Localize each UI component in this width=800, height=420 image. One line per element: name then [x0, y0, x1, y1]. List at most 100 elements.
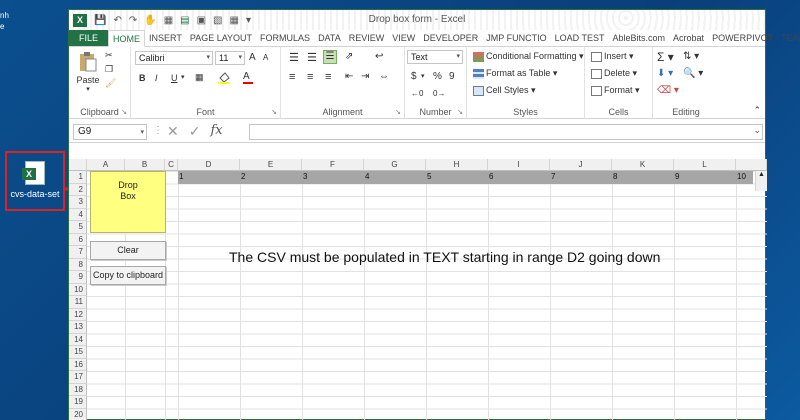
row-header[interactable]: 8	[69, 258, 87, 271]
currency-dropdown-icon[interactable]: ▾	[421, 72, 425, 80]
bold-button[interactable]: B	[139, 73, 146, 83]
cell-value[interactable]: 8	[613, 171, 617, 183]
insert-function-icon[interactable]: fx	[210, 123, 222, 140]
tab-ablebits[interactable]: AbleBits.com	[609, 30, 670, 46]
align-center-icon[interactable]: ≡	[307, 71, 313, 83]
cell-styles-button[interactable]: Cell Styles ▾	[473, 85, 536, 96]
decrease-decimal-icon[interactable]: 0→	[433, 89, 445, 98]
row-header[interactable]: 11	[69, 296, 87, 309]
cell-value[interactable]: 6	[489, 171, 493, 183]
cell-value[interactable]: 5	[427, 171, 431, 183]
font-size-select[interactable]: 11 ▾	[215, 51, 245, 65]
row-header[interactable]: 6	[69, 233, 87, 246]
column-header[interactable]: A	[87, 159, 125, 171]
increase-indent-icon[interactable]: ⇥	[361, 71, 369, 82]
desktop-file-icon[interactable]: X cvs-data-set	[5, 151, 65, 211]
autosum-icon[interactable]: Σ ▾	[657, 50, 674, 64]
tab-file[interactable]: FILE	[69, 30, 109, 46]
row-header[interactable]: 17	[69, 371, 87, 384]
tab-insert[interactable]: INSERT	[145, 30, 186, 46]
select-all-corner[interactable]	[69, 159, 87, 171]
currency-button[interactable]: $	[411, 71, 417, 82]
row-header[interactable]: 2	[69, 183, 87, 196]
cell-value[interactable]: 1	[179, 171, 183, 183]
worksheet-grid[interactable]: A B C D E F G H I J K L 1 2 3 4 5 6 7 8 …	[69, 159, 767, 420]
copy-icon[interactable]: ❐	[105, 64, 113, 75]
tab-powerpivot[interactable]: POWERPIVOT	[708, 30, 777, 46]
scroll-up-icon[interactable]: ▲	[756, 171, 767, 178]
wrap-text-icon[interactable]: ↩	[375, 51, 383, 62]
italic-button[interactable]: I	[155, 73, 158, 83]
cancel-entry-icon[interactable]: ✕	[167, 123, 179, 140]
column-header[interactable]: E	[240, 159, 302, 171]
tab-jmp-functio[interactable]: JMP FUNCTIO	[482, 30, 550, 46]
tab-acrobat[interactable]: Acrobat	[669, 30, 708, 46]
row-header[interactable]: 12	[69, 308, 87, 321]
merge-center-icon[interactable]: ⇔	[379, 71, 389, 82]
decrease-indent-icon[interactable]: ⇤	[345, 71, 353, 82]
font-color-icon[interactable]: A	[243, 71, 253, 84]
tab-home[interactable]: HOME	[108, 30, 146, 47]
cell-area[interactable]	[87, 171, 767, 420]
expand-formula-bar-icon[interactable]: ⌄	[753, 125, 761, 136]
row-header[interactable]: 5	[69, 221, 87, 234]
underline-dropdown-icon[interactable]: ▾	[181, 73, 185, 81]
format-painter-icon[interactable]: 🖌	[105, 78, 116, 89]
column-header[interactable]	[736, 159, 767, 171]
row-header[interactable]: 10	[69, 283, 87, 296]
confirm-entry-icon[interactable]: ✓	[189, 123, 201, 140]
percent-button[interactable]: %	[433, 71, 442, 82]
collapse-ribbon-icon[interactable]: ⌃	[753, 105, 761, 116]
column-header[interactable]: I	[488, 159, 550, 171]
tab-data[interactable]: DATA	[314, 30, 345, 46]
orientation-icon[interactable]: ⇗	[345, 51, 353, 62]
tab-load-test[interactable]: LOAD TEST	[551, 30, 609, 46]
clear-button[interactable]: Clear	[90, 241, 166, 260]
clear-icon[interactable]: ⌫ ▾	[657, 85, 679, 96]
vertical-scrollbar[interactable]: ▲	[755, 171, 767, 191]
shrink-font-button[interactable]: A	[263, 53, 268, 62]
format-as-table-button[interactable]: Format as Table ▾	[473, 68, 557, 79]
formula-input[interactable]	[249, 124, 763, 140]
tab-developer[interactable]: DEVELOPER	[419, 30, 482, 46]
insert-cells-button[interactable]: Insert ▾	[591, 51, 634, 62]
tab-formulas[interactable]: FORMULAS	[256, 30, 314, 46]
row-header[interactable]: 14	[69, 333, 87, 346]
tab-team[interactable]: TEAM	[777, 30, 800, 46]
alignment-launcher-icon[interactable]: ↘	[395, 108, 401, 116]
cut-icon[interactable]: ✂	[105, 50, 113, 61]
column-header[interactable]: F	[302, 159, 364, 171]
font-launcher-icon[interactable]: ↘	[271, 108, 277, 116]
grow-font-button[interactable]: A	[249, 52, 256, 63]
row-header[interactable]: 18	[69, 383, 87, 396]
fill-icon[interactable]: ⬇ ▾	[657, 68, 673, 79]
name-box[interactable]: G9 ▾	[73, 124, 147, 140]
cell-value[interactable]: 3	[303, 171, 307, 183]
bottom-align-icon[interactable]: ☰	[323, 50, 337, 64]
middle-align-icon[interactable]: ☰	[307, 51, 317, 64]
align-right-icon[interactable]: ≡	[325, 71, 331, 83]
row-header[interactable]: 4	[69, 208, 87, 221]
row-header[interactable]: 15	[69, 346, 87, 359]
tab-view[interactable]: VIEW	[388, 30, 419, 46]
row-header[interactable]: 7	[69, 246, 87, 259]
conditional-formatting-button[interactable]: Conditional Formatting ▾	[473, 51, 584, 62]
number-launcher-icon[interactable]: ↘	[457, 108, 463, 116]
column-header[interactable]: G	[364, 159, 426, 171]
increase-decimal-icon[interactable]: ←0	[411, 89, 423, 98]
column-header[interactable]: K	[612, 159, 674, 171]
cell-value[interactable]: 10	[737, 171, 746, 183]
row-header[interactable]: 3	[69, 196, 87, 209]
tab-review[interactable]: REVIEW	[345, 30, 389, 46]
align-left-icon[interactable]: ≡	[289, 71, 295, 83]
column-header[interactable]: C	[165, 159, 178, 171]
sort-filter-icon[interactable]: ⇅ ▾	[683, 51, 699, 62]
column-header[interactable]: J	[550, 159, 612, 171]
cell-value[interactable]: 9	[675, 171, 679, 183]
comma-button[interactable]: 9	[449, 71, 455, 82]
row-header[interactable]: 9	[69, 271, 87, 284]
row-header[interactable]: 1	[69, 171, 87, 184]
find-select-icon[interactable]: 🔍 ▾	[683, 68, 703, 79]
row-header[interactable]: 16	[69, 358, 87, 371]
format-cells-button[interactable]: Format ▾	[591, 85, 640, 96]
